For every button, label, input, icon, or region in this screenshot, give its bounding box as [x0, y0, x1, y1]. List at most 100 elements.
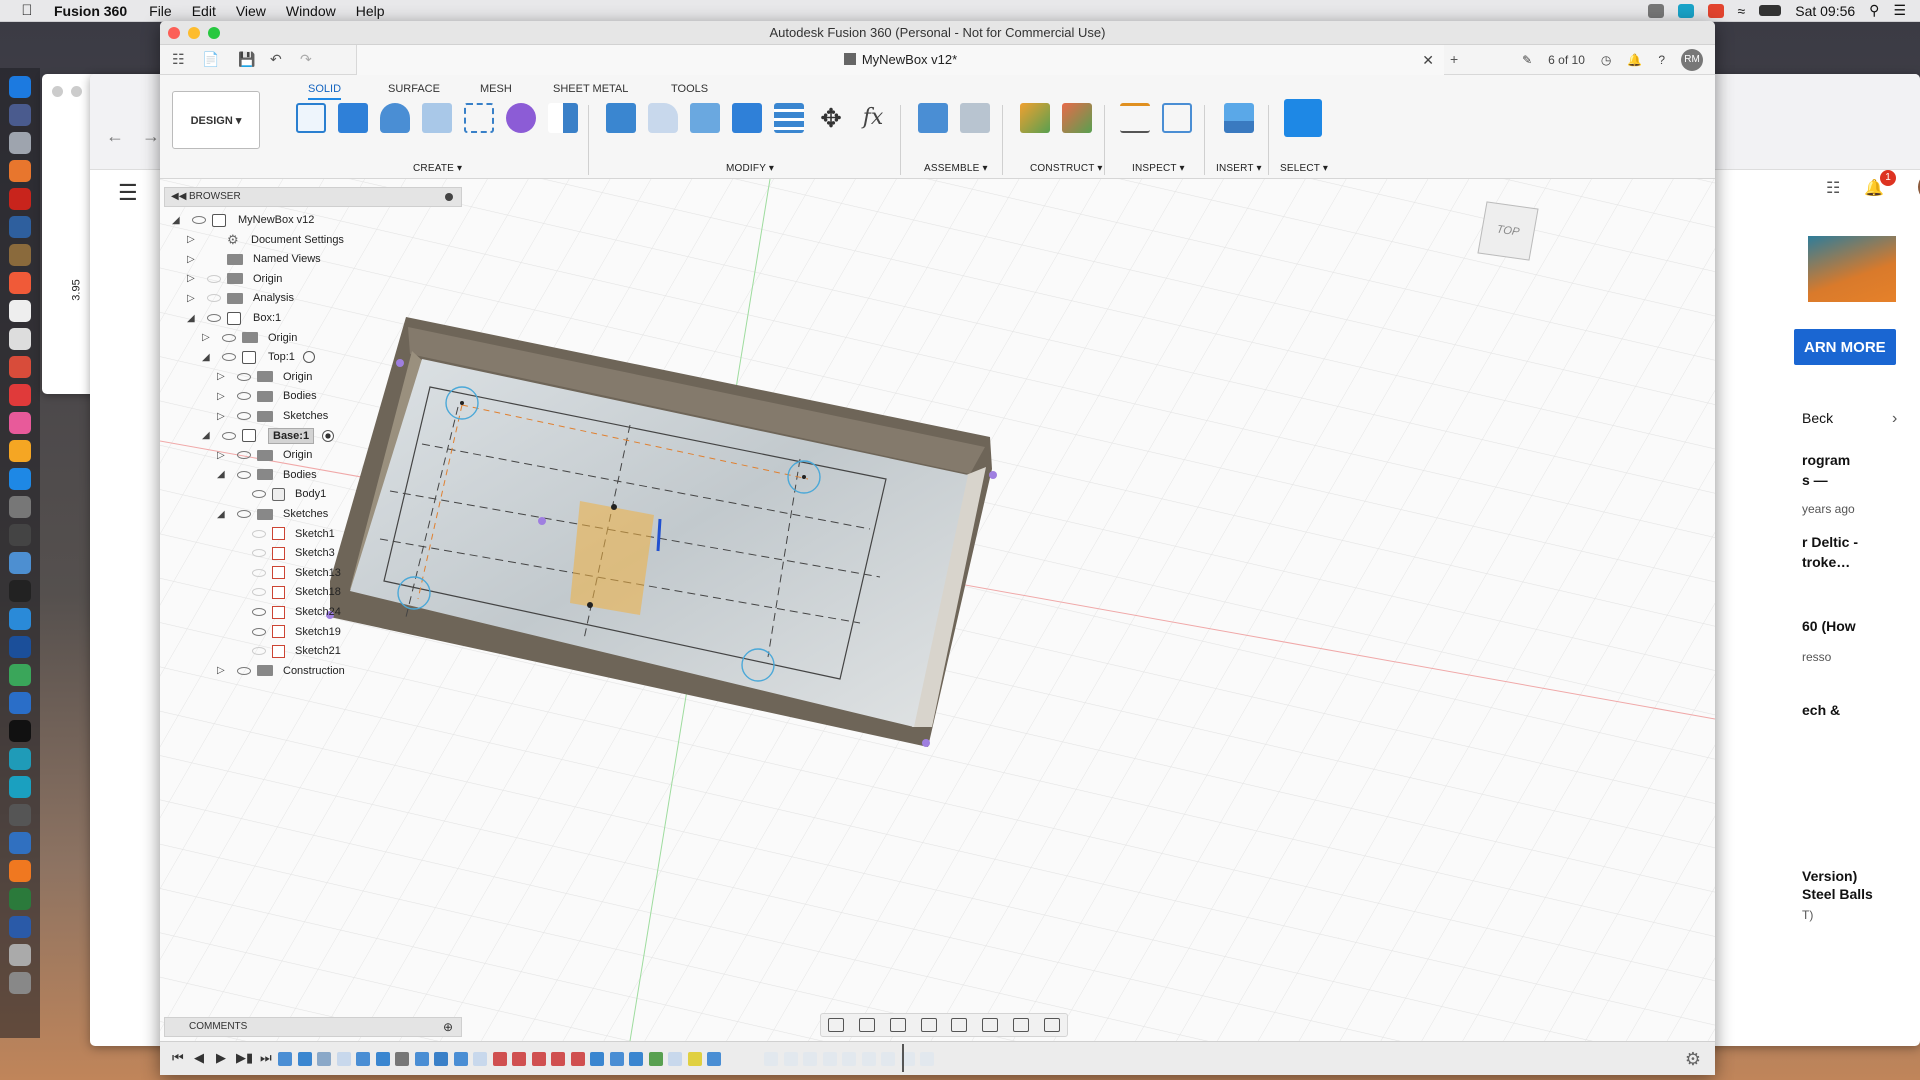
- revolve-icon[interactable]: [380, 103, 410, 133]
- look-at-icon[interactable]: [859, 1018, 876, 1032]
- timeline-feature-icon[interactable]: [570, 1052, 585, 1066]
- timeline-feature-icon[interactable]: [492, 1052, 507, 1066]
- collapsed-triangle-icon[interactable]: ▷: [217, 371, 231, 382]
- visibility-eye-icon[interactable]: [237, 510, 251, 518]
- dock-news-icon[interactable]: [9, 384, 31, 406]
- viewcube[interactable]: TOP: [1477, 201, 1539, 261]
- data-panel-grid-icon[interactable]: ☷: [172, 51, 185, 68]
- dock-notes-icon[interactable]: [9, 244, 31, 266]
- timeline-feature-icon[interactable]: [453, 1052, 468, 1066]
- forward-arrow-icon[interactable]: →: [142, 126, 160, 147]
- visibility-eye-icon[interactable]: [237, 451, 251, 460]
- expanded-triangle-icon[interactable]: ◢: [217, 509, 231, 520]
- collapsed-triangle-icon[interactable]: ▷: [217, 391, 231, 402]
- expanded-triangle-icon[interactable]: ◢: [172, 215, 186, 226]
- dock-quicktime-icon[interactable]: [9, 776, 31, 798]
- timeline-suppressed-feature-icon[interactable]: [861, 1052, 876, 1066]
- dock-stats-icon[interactable]: [9, 888, 31, 910]
- timeline-play-icon[interactable]: ▶: [216, 1050, 226, 1066]
- list-item[interactable]: ech &: [1802, 702, 1840, 718]
- timeline-feature-icon[interactable]: [336, 1052, 351, 1066]
- timeline-feature-icon[interactable]: [317, 1052, 331, 1066]
- timeline-feature-icon[interactable]: [629, 1052, 643, 1066]
- close-button[interactable]: [168, 27, 180, 39]
- visibility-eye-icon[interactable]: [237, 412, 251, 420]
- timeline-feature-icon[interactable]: [668, 1052, 682, 1066]
- timeline-suppressed-feature-icon[interactable]: [783, 1052, 798, 1066]
- selected-edge[interactable]: [656, 518, 662, 552]
- timeline-first-icon[interactable]: ⏮: [172, 1050, 184, 1066]
- dock-files-icon[interactable]: [9, 832, 31, 854]
- construct-group-label[interactable]: CONSTRUCT ▾: [1030, 163, 1103, 174]
- dock-downloads-icon[interactable]: [9, 944, 31, 966]
- visibility-eye-icon[interactable]: [237, 470, 251, 479]
- app-status-icon[interactable]: [1677, 3, 1694, 18]
- joint-icon[interactable]: [960, 103, 990, 133]
- timeline-suppressed-feature-icon[interactable]: [764, 1052, 778, 1066]
- timeline-next-icon[interactable]: ▶▮: [236, 1050, 253, 1066]
- menubar-clock[interactable]: Sat 09:56: [1795, 3, 1855, 19]
- orbit-icon[interactable]: [828, 1018, 845, 1032]
- visibility-eye-icon[interactable]: [237, 372, 251, 381]
- timeline-feature-icon[interactable]: [590, 1052, 604, 1066]
- battery-icon[interactable]: [1759, 5, 1782, 16]
- display-settings-icon[interactable]: [982, 1018, 999, 1032]
- comments-panel-header[interactable]: COMMENTS ⊕: [164, 1017, 462, 1037]
- timeline-suppressed-feature-icon[interactable]: [920, 1052, 934, 1066]
- tab-surface[interactable]: SURFACE: [388, 83, 440, 95]
- visibility-eye-icon[interactable]: [222, 333, 236, 342]
- dock-acrobat-icon[interactable]: [9, 188, 31, 210]
- wifi-icon[interactable]: ≈: [1738, 3, 1746, 19]
- visibility-eye-icon[interactable]: [252, 627, 266, 636]
- offset-plane-icon[interactable]: [1020, 103, 1050, 133]
- visibility-eye-icon[interactable]: [222, 431, 236, 440]
- dock-photos-icon[interactable]: [9, 356, 31, 378]
- job-status-clock-icon[interactable]: ◷: [1601, 53, 1611, 67]
- new-tab-plus-icon[interactable]: +: [1450, 51, 1458, 67]
- dock-firefox-icon[interactable]: [9, 160, 31, 182]
- collapse-browser-icon[interactable]: ◀◀: [171, 188, 186, 206]
- timeline-feature-icon[interactable]: [375, 1052, 390, 1066]
- dock-finder-icon[interactable]: [9, 76, 31, 98]
- apps-grid-icon[interactable]: ☷: [1826, 178, 1840, 198]
- menu-edit[interactable]: Edit: [192, 3, 216, 19]
- create-sketch-icon[interactable]: [296, 103, 326, 133]
- create-group-label[interactable]: CREATE ▾: [413, 163, 462, 174]
- menu-app-name[interactable]: Fusion 360: [54, 3, 127, 19]
- new-component-icon[interactable]: [918, 103, 948, 133]
- chevron-right-icon[interactable]: ›: [1892, 410, 1897, 428]
- parameters-fx-icon[interactable]: fx: [858, 103, 888, 133]
- timeline-marker[interactable]: [902, 1044, 904, 1072]
- undo-icon[interactable]: ↶: [270, 51, 282, 68]
- visibility-eye-icon[interactable]: [252, 588, 266, 597]
- dock-d-app-icon[interactable]: [9, 636, 31, 658]
- dock-maps-icon[interactable]: [9, 664, 31, 686]
- shell-icon[interactable]: [690, 103, 720, 133]
- expanded-triangle-icon[interactable]: ◢: [187, 313, 201, 324]
- form-icon[interactable]: [506, 103, 536, 133]
- save-icon[interactable]: 💾: [238, 51, 255, 68]
- mirror-icon[interactable]: [548, 103, 578, 133]
- tab-mesh[interactable]: MESH: [480, 83, 512, 95]
- list-item[interactable]: Version): [1802, 868, 1857, 884]
- close-tab-icon[interactable]: ✕: [1422, 45, 1434, 75]
- timeline-feature-icon[interactable]: [609, 1052, 624, 1066]
- window-titlebar[interactable]: Autodesk Fusion 360 (Personal - Not for …: [160, 21, 1715, 45]
- grid-settings-icon[interactable]: [1012, 1018, 1029, 1032]
- version-icon[interactable]: ✎: [1522, 53, 1532, 67]
- user-avatar[interactable]: RM: [1681, 49, 1703, 71]
- insert-image-icon[interactable]: [1224, 103, 1254, 133]
- combine-icon[interactable]: [732, 103, 762, 133]
- assemble-group-label[interactable]: ASSEMBLE ▾: [924, 163, 988, 174]
- timeline-feature-icon[interactable]: [512, 1052, 526, 1066]
- file-menu-icon[interactable]: 📄: [202, 51, 219, 68]
- version-count[interactable]: 6 of 10: [1548, 53, 1585, 67]
- timeline-feature-icon[interactable]: [531, 1052, 546, 1066]
- split-body-icon[interactable]: [774, 103, 804, 133]
- dock-preferences-icon[interactable]: [9, 496, 31, 518]
- dock-word-icon[interactable]: [9, 692, 31, 714]
- collapsed-triangle-icon[interactable]: ▷: [187, 234, 201, 245]
- dock-terminal-icon[interactable]: [9, 720, 31, 742]
- browser-pin-icon[interactable]: [445, 193, 453, 201]
- highlighted-sketch-profile[interactable]: [570, 501, 654, 615]
